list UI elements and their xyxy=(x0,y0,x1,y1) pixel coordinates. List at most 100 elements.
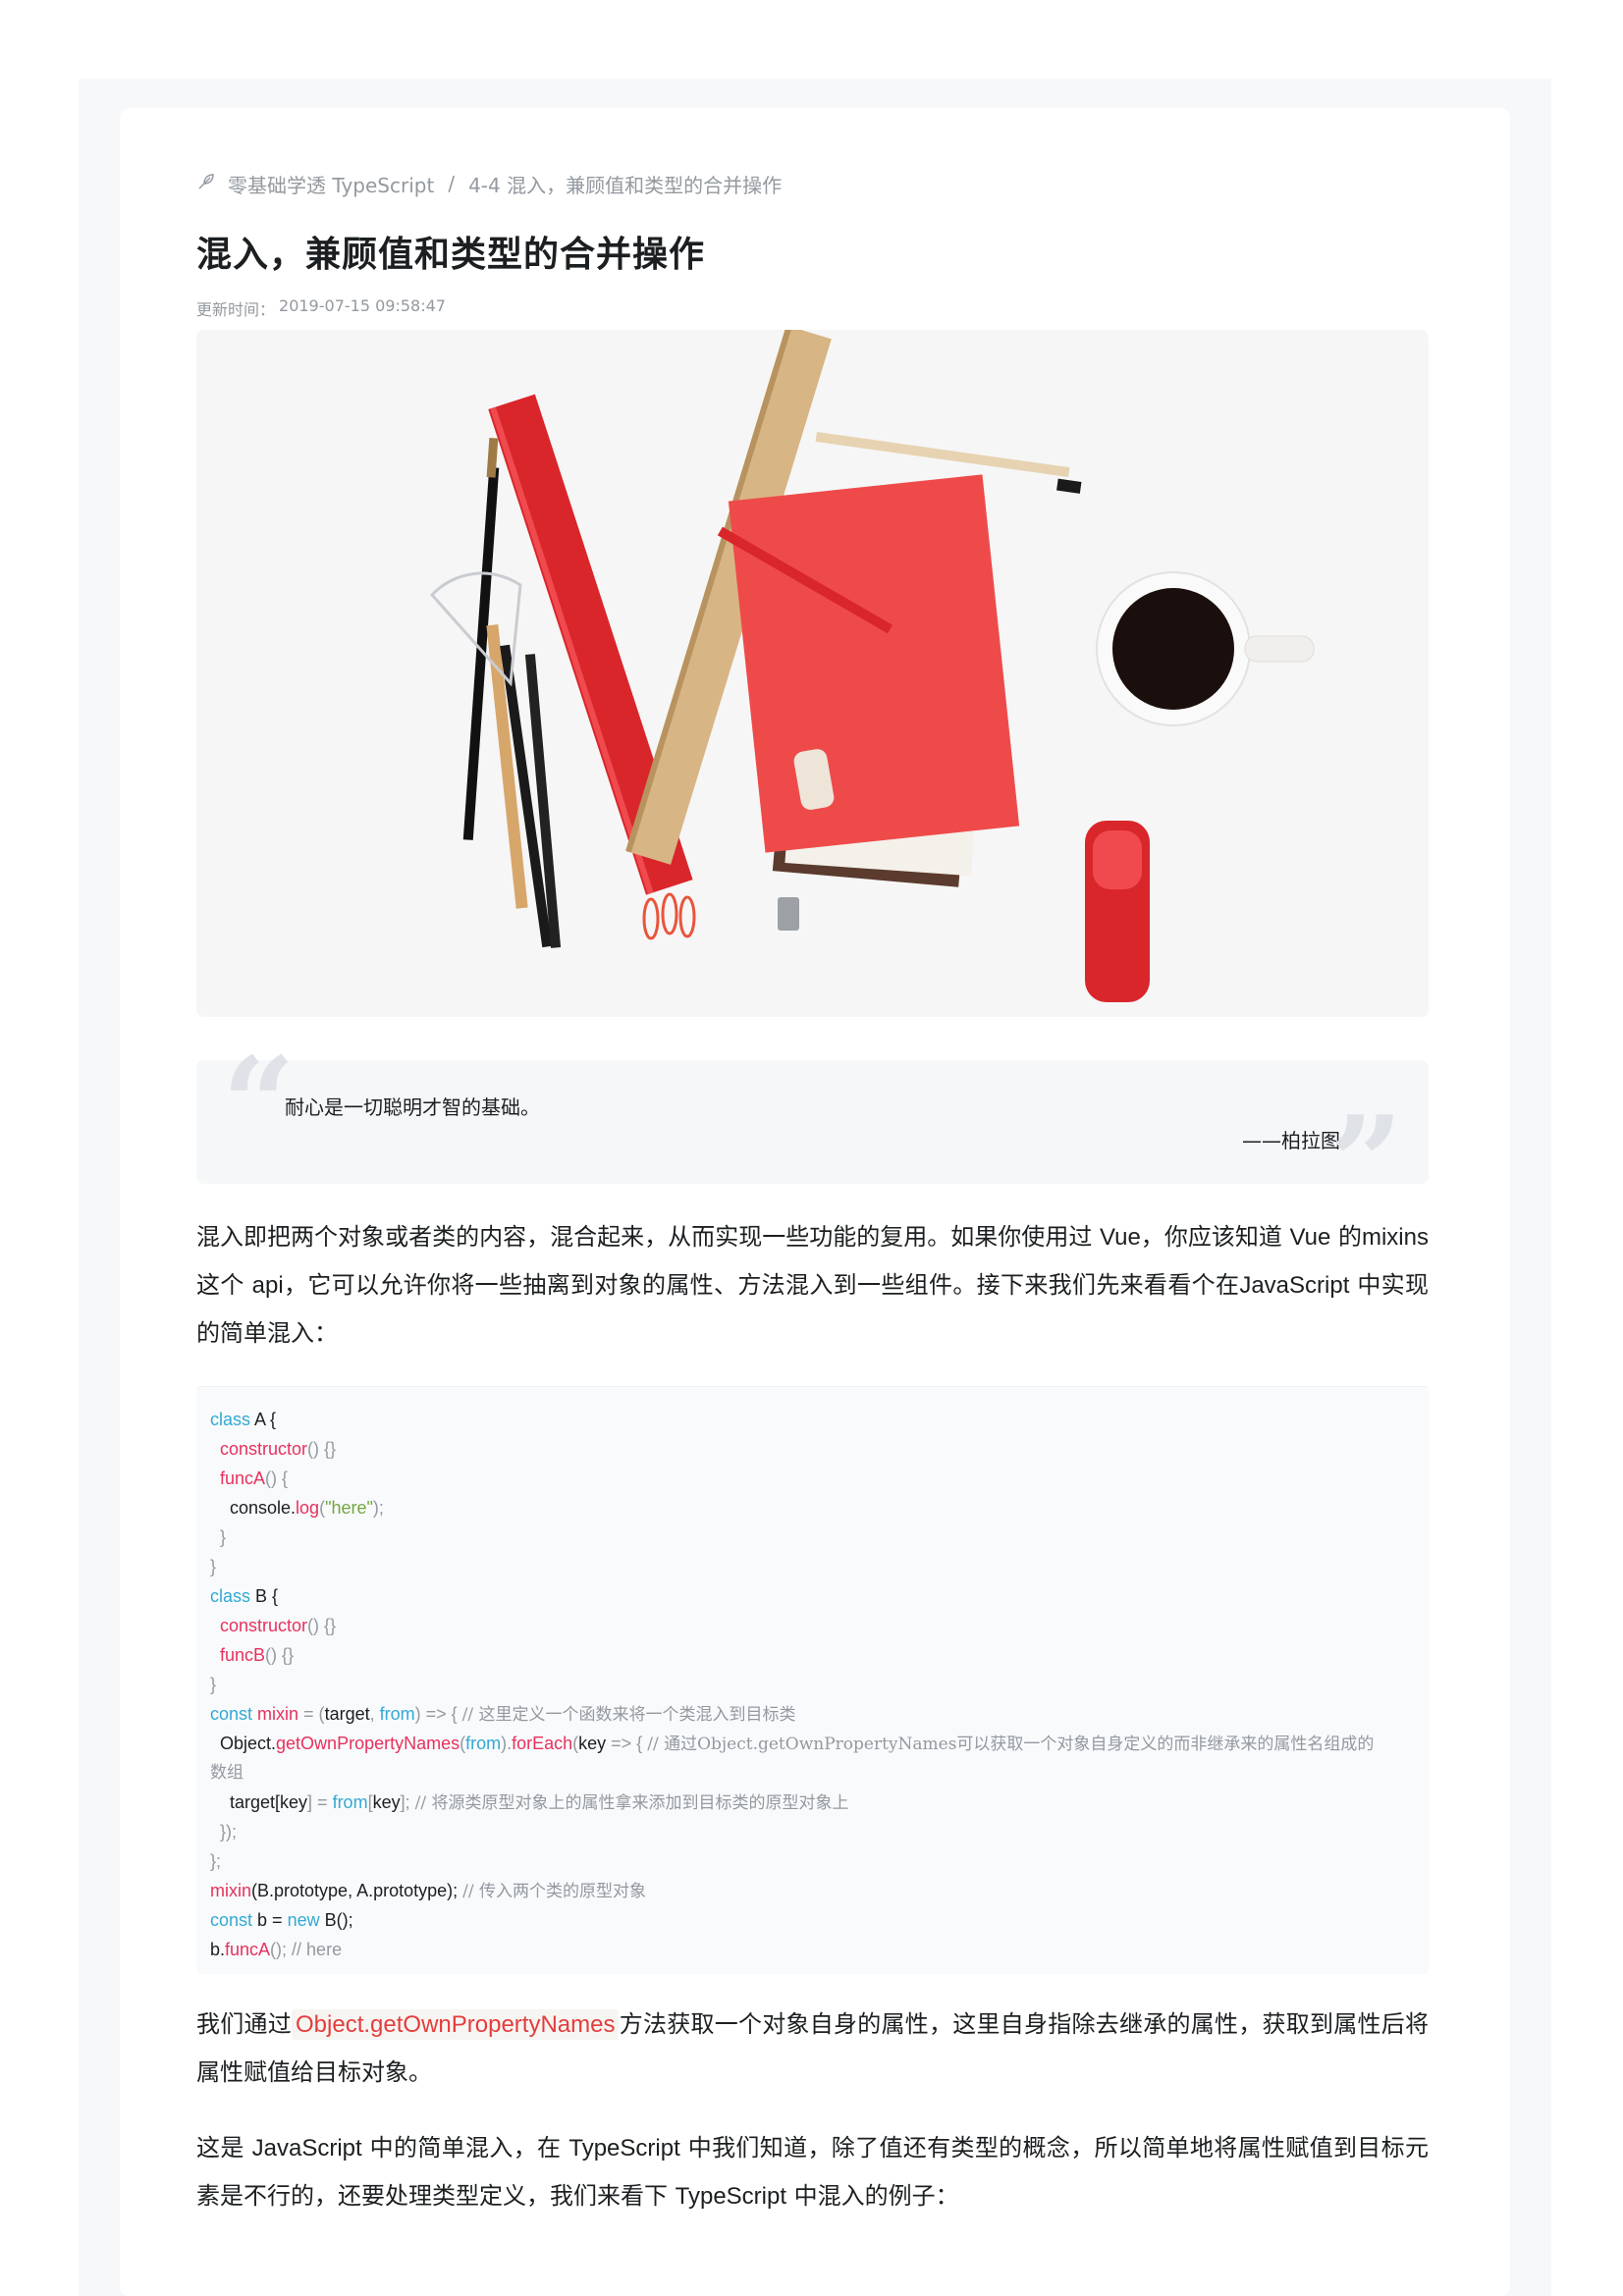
code-text: key xyxy=(280,1792,308,1812)
code-text: b = xyxy=(252,1910,288,1930)
code-line: b.funcA(); // here xyxy=(210,1935,342,1964)
code-text: Object. xyxy=(220,1734,277,1753)
code-text: () {} xyxy=(307,1439,337,1459)
code-text: => { xyxy=(606,1734,648,1753)
keyword: const xyxy=(210,1910,253,1930)
code-text: = ( xyxy=(298,1704,325,1724)
code-line: funcA() { xyxy=(220,1464,288,1493)
text: 这是 xyxy=(196,2134,252,2162)
keyword: const xyxy=(210,1704,253,1724)
code-text: target xyxy=(324,1704,370,1724)
code-text: () {} xyxy=(265,1645,295,1665)
page-title: 混入，兼顾值和类型的合并操作 xyxy=(196,235,706,275)
breadcrumb-course-link[interactable]: 零基础学透 TypeScript xyxy=(228,170,434,198)
code-comment: 数组 xyxy=(210,1763,243,1783)
string-literal: "here" xyxy=(325,1498,373,1518)
code-text: ). xyxy=(501,1734,513,1753)
quote-author: ——柏拉图 xyxy=(1242,1129,1340,1152)
code-line: funcB() {} xyxy=(220,1640,294,1670)
code-line: constructor() {} xyxy=(220,1434,336,1464)
quote-text: 耐心是一切聪明才智的基础。 xyxy=(285,1095,540,1119)
code-text: () { xyxy=(265,1468,289,1488)
feather-icon xyxy=(196,172,216,196)
text: mixins xyxy=(1361,1224,1429,1251)
function-name: funcB xyxy=(220,1645,266,1665)
code-line: console.log("here"); xyxy=(230,1493,384,1522)
code-text: from xyxy=(379,1704,415,1724)
text: TypeScript xyxy=(568,2135,680,2162)
code-line: Object.getOwnPropertyNames(from).forEach… xyxy=(220,1729,1374,1758)
code-text: console. xyxy=(230,1498,297,1518)
code-comment: // 这里定义一个函数来将一个类混入到目标类 xyxy=(461,1705,796,1725)
update-time-label: 更新时间： xyxy=(196,300,276,319)
code-text: (); xyxy=(270,1940,293,1959)
text: JavaScript xyxy=(1239,1272,1350,1299)
text: 这个 xyxy=(196,1271,252,1299)
text: ，它可以允许你将一些抽离到对象的属性、方法混入到一些组件。接下来我们先来看看个在 xyxy=(283,1271,1240,1299)
code-text: target[ xyxy=(230,1792,281,1812)
code-text: key xyxy=(578,1734,607,1753)
quote-block: “ 耐心是一切聪明才智的基础。 ——柏拉图 ” xyxy=(196,1041,1429,1227)
code-comment: // 通过Object.getOwnPropertyNames可以获取一个对象自… xyxy=(647,1735,1375,1754)
code-text: (B.prototype, A.prototype); xyxy=(251,1881,463,1900)
code-comment: // 传入两个类的原型对象 xyxy=(462,1882,646,1901)
text: TypeScript xyxy=(675,2183,787,2210)
typescript-paragraph: 这是 JavaScript 中的简单混入，在 TypeScript 中我们知道，… xyxy=(196,2124,1429,2220)
function-name: log xyxy=(296,1498,320,1518)
text: Vue xyxy=(1289,1224,1331,1251)
code-text: ] = xyxy=(307,1792,333,1812)
keyword: new xyxy=(287,1910,320,1930)
code-line: }); xyxy=(220,1822,238,1842)
function-name: forEach xyxy=(512,1734,573,1753)
intro-paragraph: 混入即把两个对象或者类的内容，混合起来，从而实现一些功能的复用。如果你使用过 V… xyxy=(196,1213,1429,1357)
code-line: }; xyxy=(210,1851,222,1871)
function-name: funcA xyxy=(220,1468,266,1488)
update-time: 更新时间： 2019-07-15 09:58:47 xyxy=(196,296,446,320)
code-line: class B { xyxy=(210,1581,278,1611)
function-name: mixin xyxy=(252,1704,299,1724)
function-name: funcA xyxy=(225,1940,271,1959)
hero-image xyxy=(196,330,1429,1017)
function-name: constructor xyxy=(220,1616,308,1635)
code-text: B { xyxy=(250,1586,279,1606)
keyword: class xyxy=(210,1410,251,1429)
code-text: ]; xyxy=(400,1792,415,1812)
inline-code: Object.getOwnPropertyNames xyxy=(292,2009,620,2040)
text: 的 xyxy=(1330,1223,1362,1251)
text: Vue xyxy=(1099,1224,1141,1251)
function-name: getOwnPropertyNames xyxy=(276,1734,460,1753)
code-text: ); xyxy=(372,1498,384,1518)
code-comment: // 将源类原型对象上的属性拿来添加到目标类的原型对象上 xyxy=(414,1793,849,1813)
code-text: from xyxy=(332,1792,368,1812)
code-line: } xyxy=(210,1675,217,1694)
code-text: from xyxy=(465,1734,502,1753)
code-line: } xyxy=(220,1527,227,1547)
text: 中混入的例子： xyxy=(786,2182,959,2210)
code-line: const b = new B(); xyxy=(210,1905,353,1935)
code-text: () {} xyxy=(307,1616,337,1635)
keyword: class xyxy=(210,1586,251,1606)
code-text: key xyxy=(372,1792,401,1812)
text: 中的简单混入，在 xyxy=(361,2134,569,2162)
code-line: } xyxy=(210,1557,217,1576)
code-comment: // here xyxy=(292,1940,343,1959)
text: api xyxy=(251,1272,284,1299)
code-text: A { xyxy=(250,1410,277,1429)
breadcrumb-chapter: 4-4 混入，兼顾值和类型的合并操作 xyxy=(468,173,783,197)
code-text: b. xyxy=(210,1940,226,1959)
quote-close-icon: ” xyxy=(1329,1088,1403,1238)
code-block[interactable]: class A { constructor() {} funcA() { con… xyxy=(196,1386,1429,1974)
desk-stationery-image xyxy=(196,330,1429,1017)
function-name: mixin xyxy=(210,1881,252,1900)
explanation-paragraph: 我们通过 Object.getOwnPropertyNames 方法获取一个对象自身… xyxy=(196,2001,1429,2096)
code-text: , xyxy=(369,1704,380,1724)
update-time-value: 2019-07-15 09:58:47 xyxy=(279,296,446,315)
code-line: constructor() {} xyxy=(220,1611,336,1640)
text: ，你应该知道 xyxy=(1140,1223,1290,1251)
code-line: target[key] = from[key]; // 将源类原型对象上的属性拿… xyxy=(230,1788,848,1817)
code-line: mixin(B.prototype, A.prototype); // 传入两个… xyxy=(210,1876,646,1905)
function-name: constructor xyxy=(220,1439,308,1459)
breadcrumb-separator: / xyxy=(448,172,456,195)
code-text: ) => { xyxy=(414,1704,462,1724)
text: 我们通过 xyxy=(196,2010,293,2038)
